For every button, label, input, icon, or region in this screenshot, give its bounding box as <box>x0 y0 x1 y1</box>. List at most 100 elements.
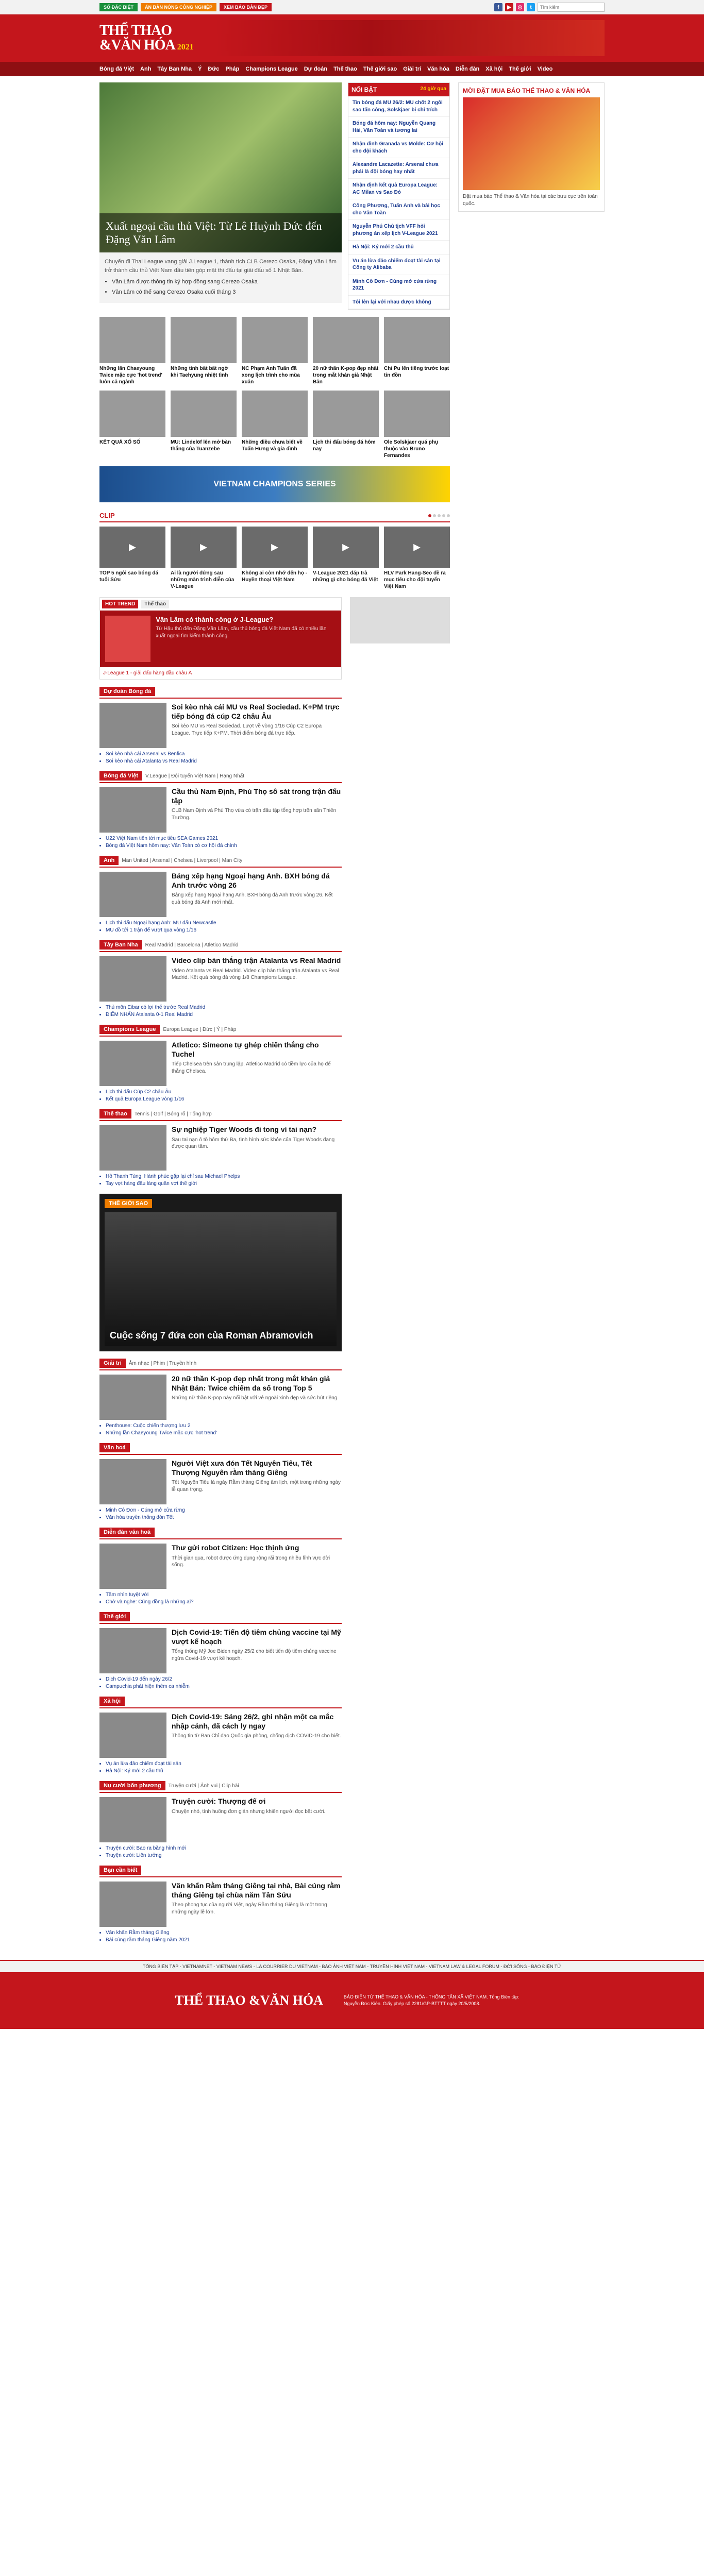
category-name[interactable]: Dự đoán Bóng đá <box>99 687 156 696</box>
tab-sport[interactable]: Thể thao <box>141 600 170 608</box>
hot-news-item[interactable]: Nhận định Granada vs Molde: Cơ hội cho đ… <box>348 138 449 158</box>
stars-caption[interactable]: Cuộc sống 7 đứa con của Roman Abramovich <box>110 1330 313 1341</box>
feature-image[interactable]: Xuất ngoại cầu thủ Việt: Từ Lê Huỳnh Đức… <box>99 82 342 252</box>
nav-item[interactable]: Bóng đá Việt <box>99 66 134 72</box>
news-card-image[interactable] <box>242 391 308 437</box>
category-name[interactable]: Văn hoá <box>99 1443 130 1452</box>
video-thumbnail[interactable] <box>313 527 379 568</box>
category-subnav[interactable]: Europa League | Đức | Ý | Pháp <box>163 1027 236 1032</box>
category-name[interactable]: Xã hội <box>99 1697 125 1706</box>
nav-item[interactable]: Thế giới <box>509 66 531 72</box>
nav-item[interactable]: Văn hóa <box>427 66 449 72</box>
category-headline[interactable]: 20 nữ thần K-pop đẹp nhất trong mắt khán… <box>172 1375 342 1393</box>
category-link[interactable]: Hà Nội: Ký mới 2 cầu thủ <box>106 1768 342 1774</box>
news-card-title[interactable]: MU: Lindelöf lên mở bàn thắng của Tuanze… <box>171 439 237 452</box>
category-subnav[interactable]: Truyện cười | Ảnh vui | Clip hài <box>169 1783 239 1789</box>
video-clip[interactable]: HLV Park Hang-Seo đề ra mục tiêu cho đội… <box>384 527 450 590</box>
hot-news-item[interactable]: Minh Cô Đơn - Cúng mở cửa rừng 2021 <box>348 275 449 296</box>
category-headline[interactable]: Atletico: Simeone tự ghép chiến thắng ch… <box>172 1041 342 1059</box>
nav-item[interactable]: Xã hội <box>485 66 502 72</box>
category-name[interactable]: Tây Ban Nha <box>99 940 142 950</box>
news-card-image[interactable] <box>384 391 450 437</box>
category-link[interactable]: Soi kèo nhà cái Atalanta vs Real Madrid <box>106 758 342 764</box>
category-link[interactable]: MU đồ tới 1 trận để vượt qua vòng 1/16 <box>106 927 342 933</box>
category-link[interactable]: Chờ và nghe: Cũng đồng là những ai? <box>106 1599 342 1605</box>
category-headline[interactable]: Bảng xếp hạng Ngoại hạng Anh. BXH bóng đ… <box>172 872 342 890</box>
hot-news-item[interactable]: Tôi lên lại với nhau được không <box>348 296 449 309</box>
hot-news-item[interactable]: Công Phượng, Tuấn Anh và bài học cho Văn… <box>348 199 449 220</box>
trend-footer-link[interactable]: J-League 1 - giải đấu hàng đầu châu Á <box>100 667 341 679</box>
video-title[interactable]: HLV Park Hang-Seo đề ra mục tiêu cho đội… <box>384 570 450 590</box>
news-card[interactable]: Những lần Chaeyoung Twice mặc cực 'hot t… <box>99 317 165 385</box>
category-link[interactable]: Hồ Thanh Tùng: Hành phúc gặp lại chỉ sau… <box>106 1174 342 1179</box>
news-card-image[interactable] <box>99 391 165 437</box>
news-card-image[interactable] <box>242 317 308 363</box>
category-link[interactable]: Văn hóa truyền thống đón Tết <box>106 1515 342 1520</box>
news-card-image[interactable] <box>313 391 379 437</box>
category-image[interactable] <box>99 1459 166 1504</box>
category-image[interactable] <box>99 1544 166 1589</box>
video-title[interactable]: V-League 2021 đáp trả những gì cho bóng … <box>313 570 379 583</box>
category-image[interactable] <box>99 1713 166 1758</box>
trend-image[interactable] <box>105 616 151 662</box>
hot-news-item[interactable]: Bóng đá hôm nay: Nguyễn Quang Hải, Văn T… <box>348 117 449 138</box>
category-link[interactable]: Vụ án lừa đảo chiếm đoạt tài sản <box>106 1761 342 1767</box>
category-link[interactable]: Lịch thi đấu Cúp C2 châu Âu <box>106 1089 342 1095</box>
nav-item[interactable]: Anh <box>140 66 151 72</box>
news-card-title[interactable]: Những điều chưa biết về Tuấn Hưng và gia… <box>242 439 308 452</box>
category-name[interactable]: Diễn đàn văn hoá <box>99 1528 155 1537</box>
carousel-dots[interactable] <box>428 514 450 517</box>
nav-item[interactable]: Ý <box>198 66 202 72</box>
news-card-image[interactable] <box>313 317 379 363</box>
category-headline[interactable]: Dịch Covid-19: Tiến độ tiêm chủng vaccin… <box>172 1628 342 1646</box>
nav-item[interactable]: Champions League <box>245 66 297 72</box>
category-link[interactable]: Những lần Chaeyoung Twice mặc cực 'hot t… <box>106 1430 342 1436</box>
category-headline[interactable]: Video clip bàn thắng trận Atalanta vs Re… <box>172 956 342 965</box>
news-card[interactable]: Chi Pu lên tiếng trước loạt tin đồn <box>384 317 450 385</box>
category-image[interactable] <box>99 1628 166 1673</box>
industry-edition-button[interactable]: ẤN BẢN NÓNG CÔNG NGHIỆP <box>141 3 217 11</box>
category-link[interactable]: ĐIỂM NHẤN Atalanta 0-1 Real Madrid <box>106 1012 342 1018</box>
category-link[interactable]: Lịch thi đấu Ngoại hạng Anh: MU đấu Newc… <box>106 920 342 926</box>
category-link[interactable]: Bài cúng rằm tháng Giêng năm 2021 <box>106 1937 342 1943</box>
nav-item[interactable]: Giải trí <box>403 66 421 72</box>
video-clip[interactable]: Không ai còn nhớ đến họ - Huyền thoại Vi… <box>242 527 308 590</box>
category-subnav[interactable]: Tennis | Golf | Bóng rổ | Tổng hợp <box>135 1111 212 1117</box>
category-link[interactable]: Kết quả Europa League vòng 1/16 <box>106 1096 342 1102</box>
video-clip[interactable]: V-League 2021 đáp trả những gì cho bóng … <box>313 527 379 590</box>
subscription-ad[interactable]: MỜI ĐẶT MUA BÁO THỂ THAO & VĂN HÓA Đặt m… <box>458 82 605 212</box>
category-name[interactable]: Anh <box>99 856 119 865</box>
footer-logo[interactable]: THỂ THAO &VĂN HÓA <box>175 1993 323 2008</box>
category-link[interactable]: Dịch Covid-19 đến ngày 26/2 <box>106 1676 342 1682</box>
feature-link[interactable]: Văn Lâm được thông tin ký hợp đồng sang … <box>112 278 337 286</box>
twitter-icon[interactable]: t <box>527 3 535 11</box>
category-link[interactable]: Bóng đá Việt Nam hôm nay: Văn Toàn có cơ… <box>106 843 342 849</box>
category-link[interactable]: Soi kèo nhà cái Arsenal vs Benfica <box>106 751 342 757</box>
youtube-icon[interactable]: ▶ <box>505 3 513 11</box>
news-card-title[interactable]: KẾT QUẢ XỔ SỐ <box>99 439 165 446</box>
category-headline[interactable]: Sự nghiệp Tiger Woods đi tong vì tai nạn… <box>172 1125 342 1134</box>
news-card-image[interactable] <box>99 317 165 363</box>
category-name[interactable]: Bóng đá Việt <box>99 771 143 781</box>
category-link[interactable]: U22 Việt Nam tiến tới mục tiêu SEA Games… <box>106 836 342 841</box>
hot-news-item[interactable]: Alexandre Lacazette: Arsenal chưa phải l… <box>348 158 449 179</box>
trend-headline[interactable]: Văn Lâm có thành công ở J-League? <box>156 616 336 623</box>
category-image[interactable] <box>99 1797 166 1842</box>
facebook-icon[interactable]: f <box>494 3 502 11</box>
nav-item[interactable]: Tây Ban Nha <box>157 66 192 72</box>
category-image[interactable] <box>99 872 166 917</box>
news-card-title[interactable]: Lịch thi đấu bóng đá hôm nay <box>313 439 379 452</box>
nav-item[interactable]: Pháp <box>225 66 239 72</box>
category-link[interactable]: Tay vợt hàng đầu làng quần vợt thế giới <box>106 1181 342 1187</box>
category-image[interactable] <box>99 703 166 748</box>
category-name[interactable]: Thể thao <box>99 1109 131 1118</box>
category-headline[interactable]: Truyện cười: Thượng đế ơi <box>172 1797 325 1806</box>
site-logo[interactable]: THỂ THAO &VĂN HÓA 2021 <box>99 24 194 53</box>
nav-item[interactable]: Dự đoán <box>304 66 327 72</box>
hot-news-item[interactable]: Nhận định kết quả Europa League: AC Mila… <box>348 179 449 199</box>
video-thumbnail[interactable] <box>242 527 308 568</box>
category-image[interactable] <box>99 1041 166 1086</box>
nav-item[interactable]: Thế giới sao <box>363 66 397 72</box>
category-name[interactable]: Bạn cần biết <box>99 1866 142 1875</box>
news-card-title[interactable]: Những tình bất bất ngờ khi Taehyung nhiệ… <box>171 365 237 379</box>
